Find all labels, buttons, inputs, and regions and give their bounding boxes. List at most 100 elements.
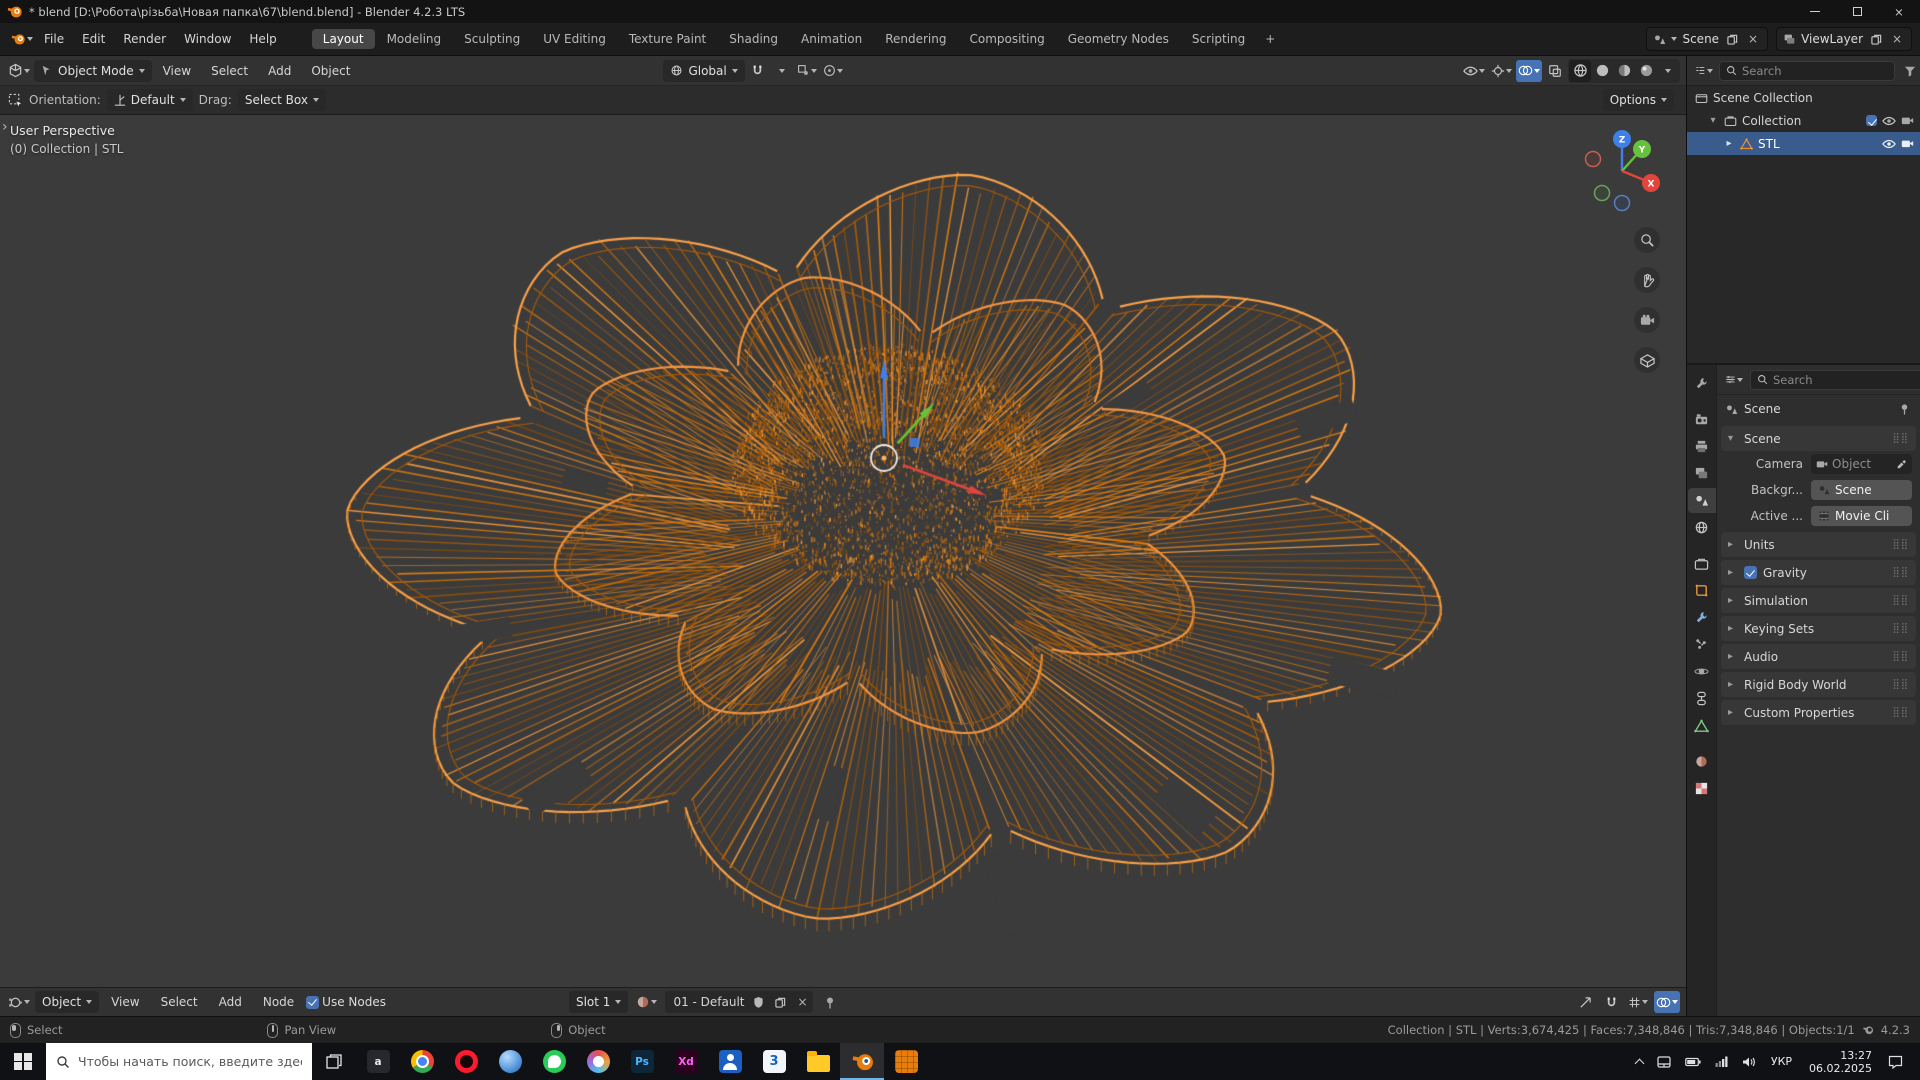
taskbar-app-3-icon[interactable]: 3 <box>752 1043 796 1080</box>
drag-dropdown[interactable]: Select Box <box>237 89 326 111</box>
collection-checkbox[interactable] <box>1866 115 1877 126</box>
shading-solid-button[interactable] <box>1591 60 1613 82</box>
use-nodes-checkbox[interactable] <box>306 995 320 1009</box>
tray-battery-icon[interactable] <box>1679 1043 1707 1080</box>
axis-x-neg-ball[interactable] <box>1584 150 1602 168</box>
taskbar-app-dark-icon[interactable]: а <box>356 1043 400 1080</box>
editor-type-button[interactable] <box>6 60 32 82</box>
outliner-filter-button[interactable] <box>1899 60 1920 82</box>
shader-overlays-toggle[interactable] <box>1654 991 1680 1013</box>
shading-options-dropdown[interactable] <box>1657 60 1679 82</box>
menu-add[interactable]: Add <box>259 59 300 83</box>
tab-physics[interactable] <box>1688 659 1716 684</box>
tab-object[interactable] <box>1688 578 1716 603</box>
taskbar-itunes-icon[interactable] <box>576 1043 620 1080</box>
tab-constraints[interactable] <box>1688 686 1716 711</box>
outliner-search-input[interactable] <box>1742 63 1888 78</box>
tab-tool[interactable] <box>1688 371 1716 396</box>
tab-render[interactable] <box>1688 407 1716 432</box>
pan-hand-button[interactable] <box>1634 267 1660 293</box>
tray-volume-icon[interactable] <box>1736 1043 1762 1080</box>
outliner-search[interactable] <box>1719 60 1895 81</box>
transform-orientation-dropdown[interactable]: Global <box>663 59 745 82</box>
panel-drag-handle[interactable]: ⣿⣿ <box>1892 567 1909 578</box>
shader-menu-add[interactable]: Add <box>210 990 251 1014</box>
panel-drag-handle[interactable]: ⣿⣿ <box>1892 623 1909 634</box>
stl-disclosure[interactable]: ▸ <box>1723 138 1735 149</box>
section-keying-sets[interactable]: ▸ Keying Sets ⣿⣿ <box>1721 616 1916 641</box>
minimize-button[interactable] <box>1794 0 1836 23</box>
tab-view-layer[interactable] <box>1688 461 1716 486</box>
workspace-tab-animation[interactable]: Animation <box>790 29 873 49</box>
properties-search[interactable] <box>1750 369 1920 390</box>
axis-z-neg-ball[interactable] <box>1613 194 1631 212</box>
section-units[interactable]: ▸ Units ⣿⣿ <box>1721 532 1916 557</box>
proportional-editing-toggle[interactable] <box>821 60 845 82</box>
workspace-tab-uv-editing[interactable]: UV Editing <box>532 29 617 49</box>
tab-object-data[interactable] <box>1688 713 1716 738</box>
toggle-ortho-button[interactable] <box>1634 347 1660 373</box>
browse-material-dropdown[interactable] <box>634 991 659 1013</box>
properties-search-input[interactable] <box>1773 372 1919 387</box>
close-button[interactable]: × <box>1878 0 1920 23</box>
collection-render-camera-icon[interactable] <box>1901 115 1914 126</box>
eyedropper-icon[interactable] <box>1896 459 1907 470</box>
shader-menu-view[interactable]: View <box>102 990 148 1014</box>
add-workspace-button[interactable]: + <box>1257 29 1283 49</box>
taskbar-blender-icon[interactable] <box>840 1043 884 1080</box>
pin-id-button[interactable] <box>819 991 841 1013</box>
menu-render[interactable]: Render <box>114 27 175 51</box>
snap-target-dropdown[interactable] <box>795 60 819 82</box>
section-simulation[interactable]: ▸ Simulation ⣿⣿ <box>1721 588 1916 613</box>
taskbar-blender-asset-icon[interactable] <box>884 1043 928 1080</box>
overlays-toggle[interactable] <box>1516 59 1542 82</box>
axis-y-neg-ball[interactable] <box>1593 184 1611 202</box>
taskbar-photoshop-icon[interactable]: Ps <box>620 1043 664 1080</box>
workspace-tab-rendering[interactable]: Rendering <box>874 29 957 49</box>
orientation-dropdown[interactable]: Default <box>106 89 193 111</box>
outliner-row-scene-collection[interactable]: Scene Collection <box>1687 86 1920 109</box>
panel-drag-handle[interactable]: ⣿⣿ <box>1892 595 1909 606</box>
shading-wireframe-button[interactable] <box>1569 59 1591 82</box>
section-rigid-body-world[interactable]: ▸ Rigid Body World ⣿⣿ <box>1721 672 1916 697</box>
gravity-checkbox[interactable] <box>1744 566 1757 579</box>
scene-selector[interactable]: Scene × <box>1646 27 1769 51</box>
shader-editor-type-button[interactable] <box>6 991 32 1013</box>
fake-user-shield-button[interactable] <box>751 994 767 1010</box>
duplicate-scene-button[interactable] <box>1724 31 1740 47</box>
remove-view-layer-button[interactable]: × <box>1889 31 1905 47</box>
panel-drag-handle[interactable]: ⣿⣿ <box>1892 539 1909 550</box>
taskbar-explorer-icon[interactable] <box>796 1043 840 1080</box>
shader-snap-toggle[interactable] <box>1600 991 1622 1013</box>
xray-toggle[interactable] <box>1544 60 1566 82</box>
taskbar-viewer-icon[interactable] <box>488 1043 532 1080</box>
menu-view[interactable]: View <box>154 59 200 83</box>
shader-snap-dropdown[interactable] <box>1626 991 1650 1013</box>
section-audio[interactable]: ▸ Audio ⣿⣿ <box>1721 644 1916 669</box>
shader-type-dropdown[interactable]: Object <box>35 991 100 1013</box>
parent-node-icon[interactable] <box>1574 991 1596 1013</box>
stl-hide-eye-icon[interactable] <box>1882 139 1896 149</box>
properties-editor-type-button[interactable] <box>1723 369 1745 391</box>
outliner-row-stl[interactable]: ▸ STL <box>1687 132 1920 155</box>
viewport-canvas[interactable] <box>0 115 1686 987</box>
tray-touchpad-icon[interactable] <box>1651 1043 1677 1080</box>
material-slot-dropdown[interactable]: Slot 1 <box>568 991 629 1013</box>
scene-panel-header[interactable]: ▾ Scene ⣿⣿ <box>1721 426 1916 451</box>
taskbar-contacts-icon[interactable] <box>708 1043 752 1080</box>
shader-menu-select[interactable]: Select <box>152 990 207 1014</box>
section-custom-properties[interactable]: ▸ Custom Properties ⣿⣿ <box>1721 700 1916 725</box>
active-clip-field[interactable]: Movie Cli <box>1811 506 1912 526</box>
workspace-tab-modeling[interactable]: Modeling <box>376 29 453 49</box>
panel-drag-handle[interactable]: ⣿⣿ <box>1892 651 1909 662</box>
camera-view-button[interactable] <box>1634 307 1660 333</box>
duplicate-material-button[interactable] <box>773 994 789 1010</box>
workspace-tab-scripting[interactable]: Scripting <box>1181 29 1256 49</box>
tab-particles[interactable] <box>1688 632 1716 657</box>
shading-material-button[interactable] <box>1613 60 1635 82</box>
tab-texture[interactable] <box>1688 776 1716 801</box>
menu-window[interactable]: Window <box>175 27 240 51</box>
tab-collection[interactable] <box>1688 551 1716 576</box>
tab-world[interactable] <box>1688 515 1716 540</box>
toolbar-expand-arrow[interactable]: › <box>2 119 8 135</box>
